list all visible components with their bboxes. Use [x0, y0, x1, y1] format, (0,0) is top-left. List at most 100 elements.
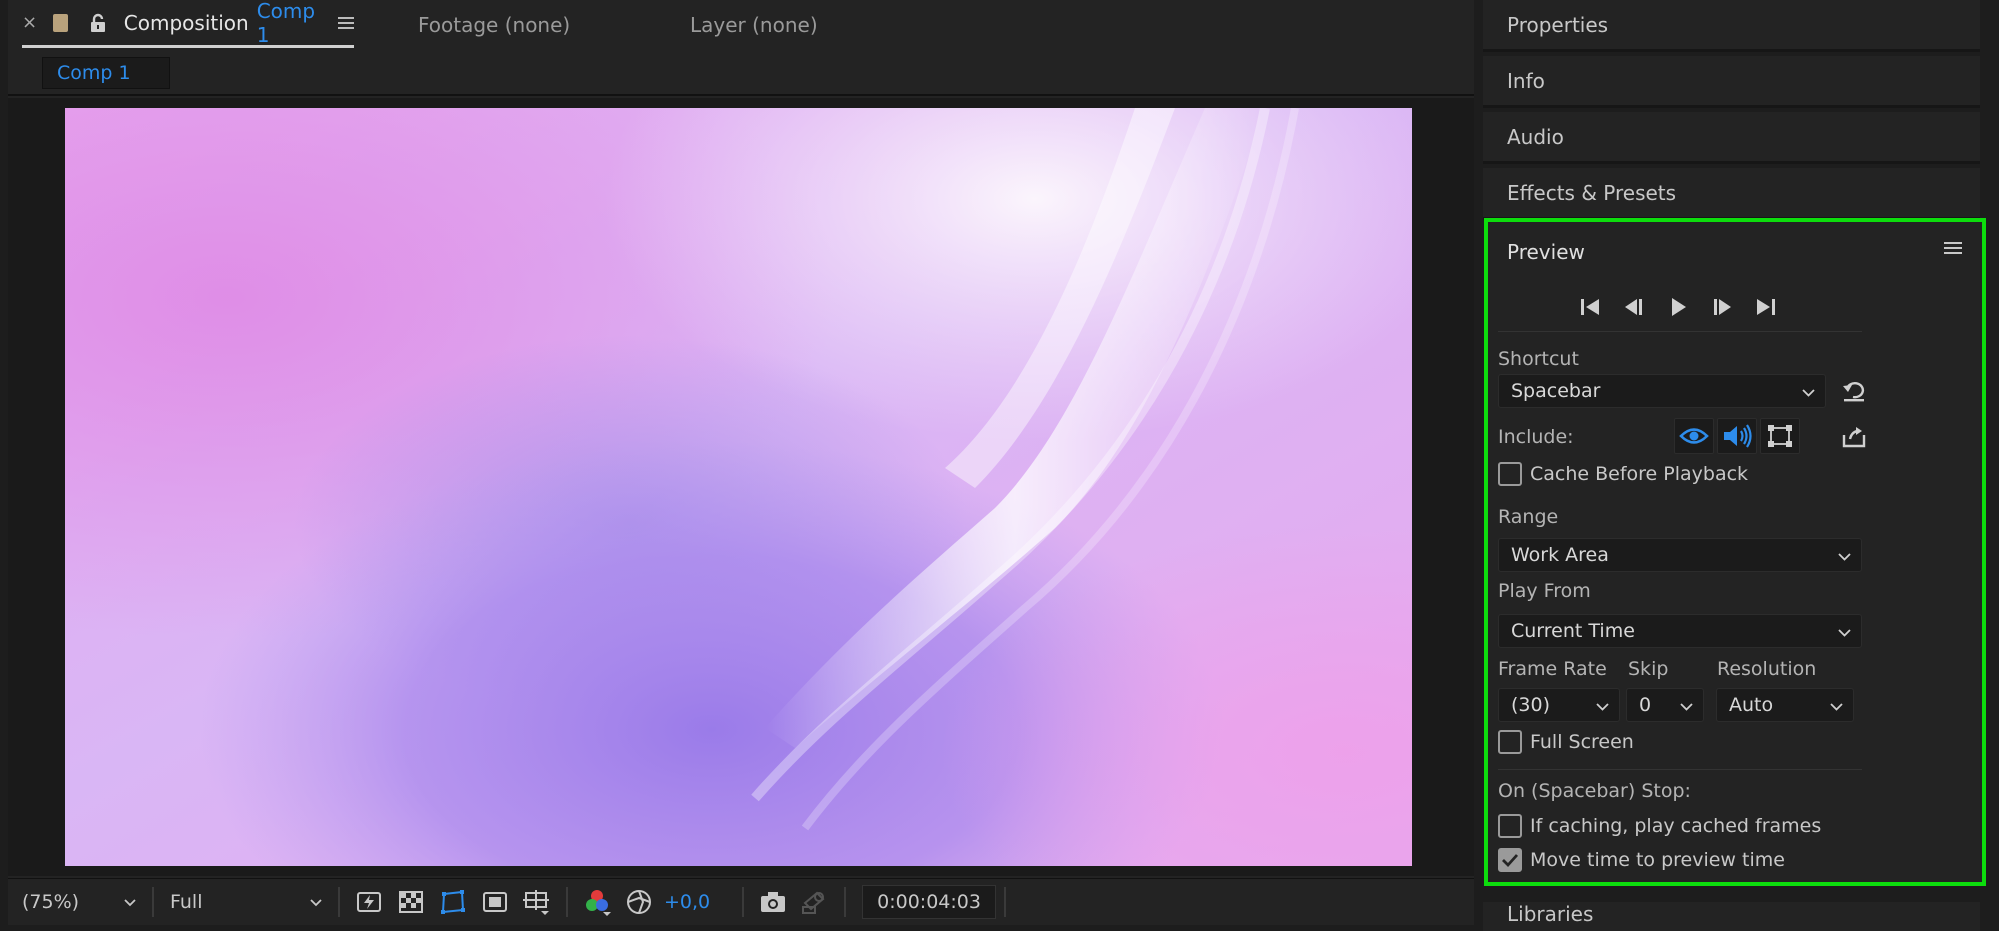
composition-canvas[interactable]	[65, 108, 1412, 866]
resolution-preview-dropdown[interactable]: Auto	[1716, 688, 1854, 722]
cache-before-playback-label: Cache Before Playback	[1530, 463, 1749, 485]
if-caching-label: If caching, play cached frames	[1530, 815, 1822, 837]
show-snapshot-icon	[798, 885, 832, 919]
tab-footage[interactable]: Footage (none)	[418, 0, 570, 50]
resolution-label: Resolution	[1717, 658, 1817, 680]
magnification-dropdown[interactable]: (75%)	[14, 886, 144, 918]
cache-before-playback-checkbox[interactable]	[1498, 462, 1522, 486]
resolution-value: Full	[170, 891, 203, 913]
current-time-display[interactable]: 0:00:04:03	[862, 885, 996, 919]
cache-before-playback-row[interactable]: Cache Before Playback	[1498, 462, 1748, 486]
first-frame-icon[interactable]	[1568, 290, 1612, 324]
chevron-down-icon	[124, 899, 136, 907]
panel-menu-icon[interactable]	[1944, 240, 1964, 260]
tab-composition[interactable]: × Composition Comp 1	[22, 0, 354, 48]
video-eye-icon[interactable]	[1674, 418, 1714, 454]
toolbar-divider	[338, 887, 340, 917]
move-time-label: Move time to preview time	[1530, 849, 1785, 871]
shortcut-value: Spacebar	[1511, 380, 1601, 402]
if-caching-row[interactable]: If caching, play cached frames	[1498, 814, 1821, 838]
channels-icon[interactable]	[580, 885, 614, 919]
panel-tab-bar: × Composition Comp 1 Footage (none) Laye…	[8, 0, 1474, 52]
full-screen-label: Full Screen	[1530, 731, 1634, 753]
close-icon[interactable]: ×	[22, 12, 37, 33]
chevron-down-icon	[1838, 629, 1851, 637]
divider	[1498, 769, 1862, 770]
toolbar-divider	[152, 887, 154, 917]
chevron-down-icon	[1830, 703, 1843, 711]
shortcut-label: Shortcut	[1498, 348, 1579, 370]
frame-rate-label: Frame Rate	[1498, 658, 1607, 680]
tab-composition-prefix: Composition	[123, 10, 249, 35]
next-frame-icon[interactable]	[1700, 290, 1744, 324]
last-frame-icon[interactable]	[1744, 290, 1788, 324]
chevron-down-icon	[1802, 389, 1815, 397]
panel-effects-presets[interactable]: Effects & Presets	[1483, 168, 1980, 220]
mask-path-visibility-icon[interactable]	[436, 885, 470, 919]
range-label: Range	[1498, 506, 1559, 528]
comp-subtab[interactable]: Comp 1	[42, 57, 170, 89]
panel-info[interactable]: Info	[1483, 56, 1980, 108]
viewer-toolbar: (75%) Full +0,0 0:00:04:03	[8, 878, 1474, 925]
audio-speaker-icon[interactable]	[1717, 418, 1757, 454]
lock-icon[interactable]	[88, 13, 108, 33]
include-toggle-group	[1674, 418, 1803, 454]
composition-viewer[interactable]	[8, 98, 1474, 876]
reset-icon[interactable]	[1838, 375, 1870, 407]
preview-panel-title: Preview	[1507, 240, 1585, 264]
skip-dropdown[interactable]: 0	[1626, 688, 1704, 722]
region-of-interest-icon[interactable]	[478, 885, 512, 919]
on-stop-label: On (Spacebar) Stop:	[1498, 780, 1691, 802]
tab-layer[interactable]: Layer (none)	[690, 0, 818, 50]
skip-value: 0	[1639, 694, 1652, 716]
resolution-preview-value: Auto	[1729, 694, 1774, 716]
full-screen-checkbox[interactable]	[1498, 730, 1522, 754]
checkmark-icon	[1502, 854, 1519, 868]
move-time-checkbox[interactable]	[1498, 848, 1522, 872]
chevron-down-icon	[1680, 703, 1693, 711]
play-from-value: Current Time	[1511, 620, 1635, 642]
camera-snapshot-icon[interactable]	[756, 885, 790, 919]
chevron-down-icon	[1838, 553, 1851, 561]
exposure-reset-icon[interactable]	[622, 885, 656, 919]
comp-navigator-bar: Comp 1	[8, 52, 1474, 96]
grid-guides-icon[interactable]	[520, 885, 554, 919]
color-swatch-icon[interactable]	[53, 13, 68, 32]
play-from-dropdown[interactable]: Current Time	[1498, 614, 1862, 648]
toolbar-divider	[566, 887, 568, 917]
tab-composition-name: Comp 1	[256, 0, 316, 47]
frame-rate-value: (30)	[1511, 694, 1551, 716]
composition-panel: × Composition Comp 1 Footage (none) Laye…	[8, 0, 1474, 925]
fast-previews-icon[interactable]	[352, 885, 386, 919]
export-settings-icon[interactable]	[1838, 421, 1870, 453]
chevron-down-icon	[310, 899, 322, 907]
transparency-grid-icon[interactable]	[394, 885, 428, 919]
previous-frame-icon[interactable]	[1612, 290, 1656, 324]
divider	[1498, 331, 1862, 332]
move-time-row[interactable]: Move time to preview time	[1498, 848, 1785, 872]
resolution-dropdown[interactable]: Full	[162, 886, 330, 918]
preview-panel: Preview Shortcut Spacebar Include: Cache…	[1484, 218, 1986, 886]
overlay-bounds-icon[interactable]	[1760, 418, 1800, 454]
if-caching-checkbox[interactable]	[1498, 814, 1522, 838]
right-panel-stack: Properties Info Audio Effects & Presets …	[1480, 0, 1999, 931]
toolbar-divider	[1003, 887, 1006, 917]
panel-properties[interactable]: Properties	[1483, 0, 1980, 52]
panel-libraries[interactable]: Libraries	[1483, 902, 1980, 931]
transport-controls	[1568, 290, 1788, 324]
panel-menu-icon[interactable]	[338, 11, 354, 35]
magnification-value: (75%)	[22, 891, 80, 913]
play-icon[interactable]	[1656, 290, 1700, 324]
play-from-label: Play From	[1498, 580, 1591, 602]
toolbar-divider	[742, 887, 745, 917]
range-value: Work Area	[1511, 544, 1609, 566]
exposure-value[interactable]: +0,0	[664, 891, 710, 913]
frame-rate-dropdown[interactable]: (30)	[1498, 688, 1620, 722]
skip-label: Skip	[1628, 658, 1669, 680]
range-dropdown[interactable]: Work Area	[1498, 538, 1862, 572]
full-screen-row[interactable]: Full Screen	[1498, 730, 1634, 754]
panel-audio[interactable]: Audio	[1483, 112, 1980, 164]
shortcut-dropdown[interactable]: Spacebar	[1498, 374, 1826, 408]
include-label: Include:	[1498, 426, 1574, 448]
toolbar-divider	[844, 887, 847, 917]
